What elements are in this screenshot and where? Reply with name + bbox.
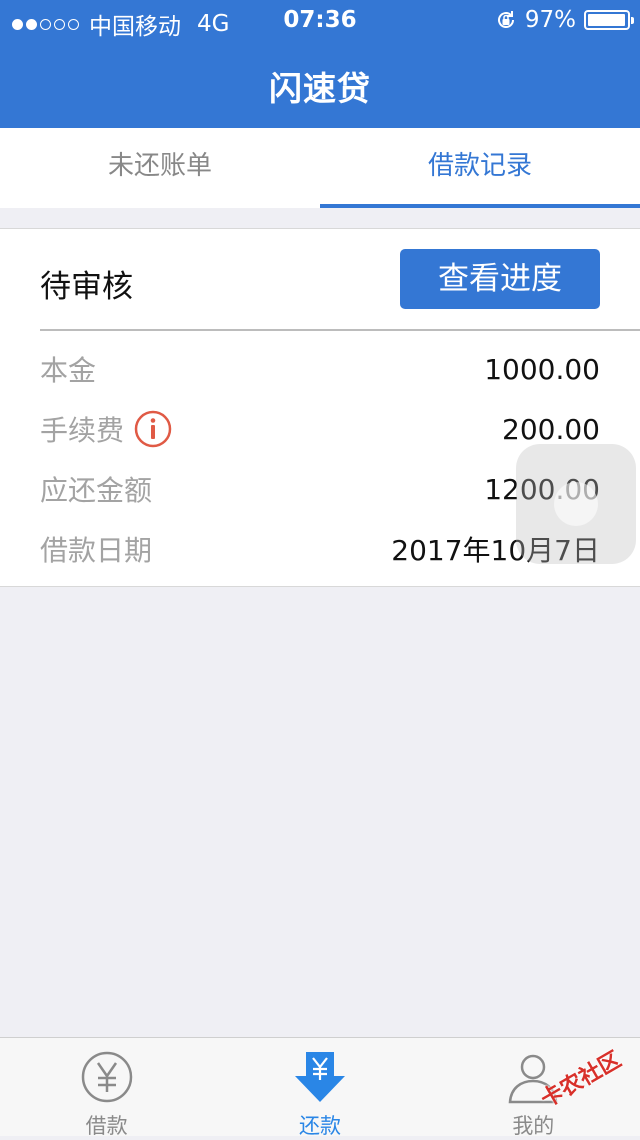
amount-due-label: 应还金额 — [40, 474, 153, 507]
tabbar-item-repay[interactable]: 还款 — [213, 1038, 426, 1138]
fee-label: 手续费 — [40, 414, 125, 447]
battery-percent: 97% — [524, 7, 576, 33]
status-right: 97% — [495, 7, 634, 33]
yuan-download-icon — [293, 1050, 347, 1104]
fee-value: 200.00 — [502, 412, 600, 446]
battery-level — [588, 14, 625, 26]
principal-value: 1000.00 — [484, 352, 600, 386]
tab-loan-records[interactable]: 借款记录 — [320, 128, 640, 208]
row-principal: 本金 1000.00 — [40, 339, 600, 399]
row-fee: 手续费 200.00 — [40, 399, 600, 459]
status-bar: 中国移动 4G 07:36 97% — [0, 0, 640, 40]
page-title: 闪速贷 — [269, 69, 371, 108]
fee-label-group: 手续费 — [40, 409, 172, 449]
principal-label: 本金 — [40, 354, 97, 387]
rotation-lock-icon — [495, 9, 517, 31]
battery-icon — [584, 10, 634, 30]
segment-tabs: 未还账单 借款记录 — [0, 128, 640, 208]
yuan-circle-icon — [80, 1050, 134, 1104]
loan-date-label: 借款日期 — [40, 534, 153, 567]
header-bar: 中国移动 4G 07:36 97% 闪速贷 — [0, 0, 640, 128]
info-icon[interactable] — [134, 410, 172, 448]
view-progress-button[interactable]: 查看进度 — [400, 249, 600, 309]
status-label: 待审核 — [40, 269, 133, 305]
tabbar-item-borrow[interactable]: 借款 — [0, 1038, 213, 1138]
assistive-touch-button[interactable] — [516, 444, 636, 564]
card-header: 待审核 查看进度 — [40, 229, 640, 331]
tab-unpaid-bills[interactable]: 未还账单 — [0, 128, 320, 208]
